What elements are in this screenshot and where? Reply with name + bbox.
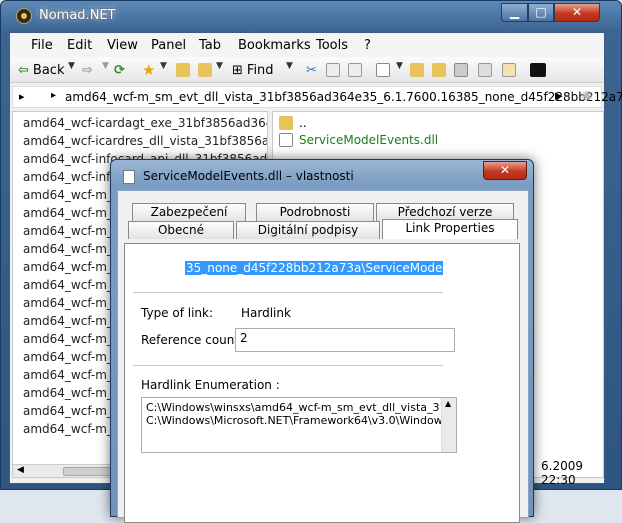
menu-tab[interactable]: Tab <box>199 38 221 53</box>
move-icon[interactable] <box>478 61 492 79</box>
tab-digital-signatures[interactable]: Digitální podpisy <box>236 221 380 239</box>
new-file-icon[interactable] <box>376 61 390 79</box>
list-item[interactable]: C:\Windows\Microsoft.NET\Framework64\v3.… <box>146 414 456 427</box>
file-item[interactable]: ServiceModelEvents.dll <box>279 133 438 147</box>
dialog-title: ServiceModelEvents.dll – vlastnosti <box>143 169 354 183</box>
file-date: 6.2009 22:30 <box>541 459 583 487</box>
menu-bar: File Edit View Panel Tab Bookmarks Tools… <box>10 33 604 57</box>
find-label: Find <box>246 62 274 78</box>
reference-count-field[interactable]: 2 <box>235 328 455 352</box>
breadcrumb-expand-icon[interactable]: ▸ <box>19 90 25 103</box>
parent-folder-item[interactable]: .. <box>279 116 307 130</box>
favorites-star-icon[interactable]: ★ <box>142 61 155 79</box>
find-dropdown-icon[interactable]: ▼ <box>286 61 293 71</box>
menu-tools[interactable]: Tools <box>316 38 348 53</box>
refresh-icon[interactable]: ⟳ <box>114 61 125 79</box>
favorites-dropdown-icon[interactable]: ▼ <box>160 61 167 71</box>
back-button[interactable]: ⇦ Back <box>18 61 64 79</box>
menu-edit[interactable]: Edit <box>67 38 92 53</box>
app-icon <box>16 8 32 24</box>
dll-file-icon <box>123 170 135 184</box>
dialog-close-button[interactable]: ✕ <box>483 161 527 180</box>
new-dropdown-icon[interactable]: ▼ <box>396 61 403 71</box>
reference-count-label: Reference count: <box>141 333 244 347</box>
folder-go-icon[interactable] <box>176 61 190 79</box>
dll-file-icon <box>279 133 293 147</box>
address-bar[interactable]: ▸ ▸ amd64_wcf-m_sm_evt_dll_vista_31bf385… <box>12 86 622 108</box>
find-button[interactable]: ⊞ Find <box>232 61 274 79</box>
link-type-label: Type of link: <box>141 306 214 320</box>
maximize-button[interactable]: □ <box>528 3 554 22</box>
path-field[interactable]: 35_none_d45f228bb212a73a\ServiceModelEve… <box>185 261 443 277</box>
tab-general[interactable]: Obecné <box>128 221 234 239</box>
tab-details[interactable]: Podrobnosti <box>256 203 374 221</box>
back-arrow-icon: ⇦ <box>18 62 29 78</box>
forward-dropdown-icon[interactable]: ▼ <box>102 61 109 71</box>
link-properties-panel: 35_none_d45f228bb212a73a\ServiceModelEve… <box>124 243 520 523</box>
binoculars-icon: ⊞ <box>232 62 243 78</box>
console-icon[interactable] <box>530 61 546 79</box>
vertical-scrollbar[interactable]: ▲ <box>441 398 456 452</box>
list-item[interactable]: C:\Windows\winsxs\amd64_wcf-m_sm_evt_dll… <box>146 401 456 414</box>
properties-dialog: ServiceModelEvents.dll – vlastnosti ✕ Za… <box>110 159 534 523</box>
menu-help[interactable]: ? <box>364 38 371 53</box>
link-type-value: Hardlink <box>241 306 291 320</box>
list-item[interactable]: amd64_wcf-icardagt_exe_31bf3856ad364e3 <box>23 116 267 130</box>
list-item[interactable]: amd64_wcf-icardres_dll_vista_31bf3856ad3 <box>23 134 267 148</box>
loading-spinner-icon: ✺ <box>581 89 593 105</box>
cut-icon[interactable]: ✂ <box>306 61 317 79</box>
dialog-body: Zabezpečení Podrobnosti Předchozí verze … <box>117 190 529 523</box>
window-title: Nomad.NET <box>39 8 116 23</box>
hardlink-enumeration-list[interactable]: C:\Windows\winsxs\amd64_wcf-m_sm_evt_dll… <box>141 397 457 453</box>
toolbar: ⇦ Back ▼ ⇨ ▼ ⟳ ★ ▼ ▼ ⊞ Find ▼ ✂ ▼ <box>10 57 604 83</box>
back-dropdown-icon[interactable]: ▼ <box>68 61 75 71</box>
file-item-label: ServiceModelEvents.dll <box>299 133 439 147</box>
menu-panel[interactable]: Panel <box>151 38 186 53</box>
close-button[interactable]: ✕ <box>554 3 600 22</box>
copy-icon[interactable] <box>326 61 340 79</box>
menu-file[interactable]: File <box>31 38 53 53</box>
properties-icon[interactable] <box>454 61 468 79</box>
forward-button[interactable]: ⇨ <box>82 61 93 79</box>
folder-up-icon <box>279 116 293 130</box>
minimize-button[interactable]: ▁ <box>501 3 528 22</box>
address-dropdown-icon[interactable]: ▶ <box>555 91 563 102</box>
folder-dropdown-icon[interactable]: ▼ <box>216 61 223 71</box>
scroll-left-icon[interactable]: ◀ <box>17 465 24 475</box>
scroll-up-icon[interactable]: ▲ <box>445 399 451 408</box>
hardlink-enumeration-label: Hardlink Enumeration : <box>141 378 280 392</box>
folder-open-icon[interactable] <box>198 61 212 79</box>
separator <box>133 365 443 366</box>
path-selected-text[interactable]: 35_none_d45f228bb212a73a\ServiceModelEve… <box>185 261 443 275</box>
new-folder-icon[interactable] <box>410 61 424 79</box>
menu-bookmarks[interactable]: Bookmarks <box>238 38 311 53</box>
tab-link-properties[interactable]: Link Properties <box>382 219 518 239</box>
menu-view[interactable]: View <box>107 38 138 53</box>
reference-count-value: 2 <box>240 331 248 345</box>
edit-icon[interactable] <box>502 61 516 79</box>
back-label: Back <box>32 62 65 78</box>
separator <box>133 292 443 293</box>
address-separator-icon: ▸ <box>51 90 57 101</box>
parent-folder-label: .. <box>299 116 307 130</box>
tab-security[interactable]: Zabezpečení <box>132 203 246 221</box>
paste-icon[interactable] <box>348 61 362 79</box>
address-path[interactable]: amd64_wcf-m_sm_evt_dll_vista_31bf3856ad3… <box>65 90 622 104</box>
title-bar[interactable]: Nomad.NET ▁ □ ✕ <box>1 1 621 31</box>
copy-to-icon[interactable] <box>432 61 446 79</box>
